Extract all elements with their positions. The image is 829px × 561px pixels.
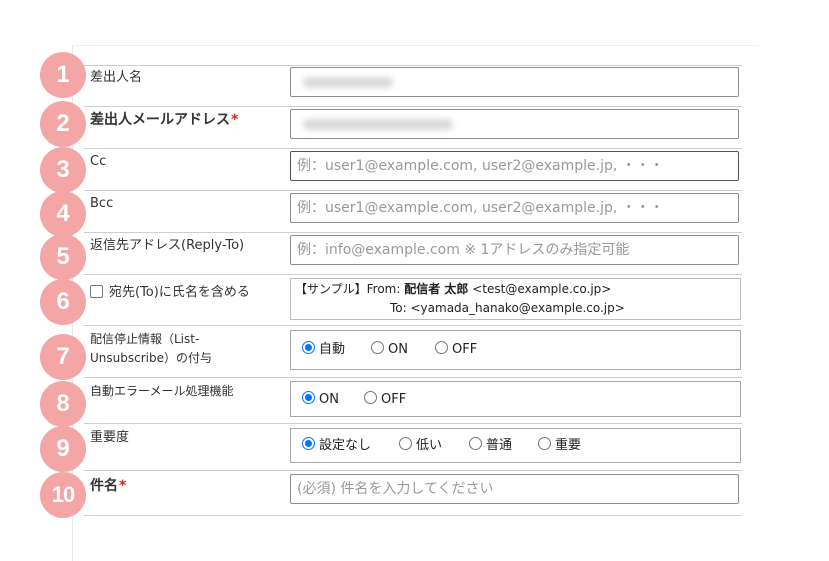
radio-button[interactable] <box>302 391 315 404</box>
step-badge-2: 2 <box>40 101 86 147</box>
row-divider <box>84 148 742 149</box>
row-divider <box>84 377 742 378</box>
redacted-value <box>303 119 453 130</box>
radio-button[interactable] <box>302 341 315 354</box>
row-divider <box>84 423 742 424</box>
sender-email-label: 差出人メールアドレス* <box>90 110 238 130</box>
row-divider <box>84 274 742 275</box>
step-badge-6: 6 <box>40 279 86 325</box>
auto-error-options: ON OFF <box>290 381 741 417</box>
priority-label: 重要度 <box>90 430 130 445</box>
step-badge-4: 4 <box>40 191 86 237</box>
radio-button[interactable] <box>469 437 482 450</box>
step-badge-9: 9 <box>40 426 86 472</box>
radio-label: ON <box>388 342 408 357</box>
subject-input[interactable]: (必須) 件名を入力してください <box>290 474 739 504</box>
radio-label: 普通 <box>486 438 513 453</box>
cc-label: Cc <box>90 154 107 169</box>
row-divider <box>84 325 742 326</box>
priority-options: 設定なし 低い 普通 重要 <box>290 428 741 463</box>
radio-option-low[interactable]: 低い <box>399 437 442 455</box>
step-badge-8: 8 <box>40 381 86 427</box>
step-badge-3: 3 <box>40 147 86 193</box>
sample-from-address: <test@example.co.jp> <box>468 282 612 296</box>
radio-option-none[interactable]: 設定なし <box>302 437 371 455</box>
radio-option-auto[interactable]: 自動 <box>302 341 345 359</box>
row-divider <box>84 470 742 471</box>
radio-label: 低い <box>416 438 443 453</box>
row-divider <box>84 190 742 191</box>
radio-button[interactable] <box>302 437 315 450</box>
step-badge-5: 5 <box>40 234 86 280</box>
bcc-label: Bcc <box>90 196 114 211</box>
sender-email-input[interactable] <box>290 109 739 139</box>
radio-option-on[interactable]: ON <box>371 341 408 359</box>
radio-option-off[interactable]: OFF <box>435 341 477 359</box>
radio-label: OFF <box>452 342 478 357</box>
radio-label: ON <box>319 392 339 407</box>
list-unsubscribe-label-line1: 配信停止情報（List- <box>90 332 200 346</box>
radio-option-on[interactable]: ON <box>302 391 339 409</box>
reply-to-input[interactable]: 例：info@example.com ※ 1アドレスのみ指定可能 <box>290 235 739 265</box>
radio-label: 設定なし <box>319 438 372 453</box>
auto-error-label: 自動エラーメール処理機能 <box>90 384 234 398</box>
radio-option-high[interactable]: 重要 <box>538 437 581 455</box>
radio-label: 重要 <box>555 438 582 453</box>
sender-name-input[interactable] <box>290 67 739 97</box>
radio-button[interactable] <box>371 341 384 354</box>
radio-option-off[interactable]: OFF <box>364 391 406 409</box>
cc-input[interactable]: 例：user1@example.com, user2@example.jp, ・… <box>290 151 739 181</box>
to-name-checkbox[interactable] <box>90 285 103 298</box>
sample-prefix: 【サンプル】From: <box>295 282 405 296</box>
row-divider <box>84 65 742 66</box>
step-badge-7: 7 <box>40 334 86 380</box>
row-divider <box>84 515 742 516</box>
required-mark: * <box>231 112 239 128</box>
sample-from-name: 配信者 太郎 <box>404 282 469 296</box>
reply-to-label: 返信先アドレス(Reply-To) <box>90 238 245 253</box>
subject-label: 件名* <box>90 476 126 496</box>
list-unsubscribe-options: 自動 ON OFF <box>290 330 741 370</box>
bcc-input[interactable]: 例：user1@example.com, user2@example.jp, ・… <box>290 193 739 223</box>
required-mark: * <box>119 478 127 494</box>
sender-name-label: 差出人名 <box>90 70 143 85</box>
subject-label-text: 件名 <box>90 478 118 494</box>
list-unsubscribe-label: 配信停止情報（List- Unsubscribe）の付与 <box>90 330 212 368</box>
step-badge-10: 10 <box>40 472 86 518</box>
radio-button[interactable] <box>399 437 412 450</box>
sample-to-line: To: <yamada_hanako@example.co.jp> <box>390 301 625 315</box>
to-name-checkbox-label: 宛先(To)に氏名を含める <box>109 285 250 300</box>
sample-from-line: 【サンプル】From: 配信者 太郎 <test@example.co.jp> <box>295 280 611 299</box>
list-unsubscribe-label-line2: Unsubscribe）の付与 <box>90 351 212 365</box>
to-name-sample: 【サンプル】From: 配信者 太郎 <test@example.co.jp> … <box>290 278 741 320</box>
redacted-value <box>303 77 393 88</box>
sender-email-label-text: 差出人メールアドレス <box>90 112 230 128</box>
radio-button[interactable] <box>435 341 448 354</box>
to-name-option[interactable]: 宛先(To)に氏名を含める <box>90 283 250 303</box>
step-badge-1: 1 <box>40 52 86 98</box>
radio-button[interactable] <box>364 391 377 404</box>
radio-button[interactable] <box>538 437 551 450</box>
row-divider <box>84 232 742 233</box>
row-divider <box>84 106 742 107</box>
radio-option-normal[interactable]: 普通 <box>469 437 512 455</box>
radio-label: OFF <box>381 392 407 407</box>
radio-label: 自動 <box>319 342 346 357</box>
